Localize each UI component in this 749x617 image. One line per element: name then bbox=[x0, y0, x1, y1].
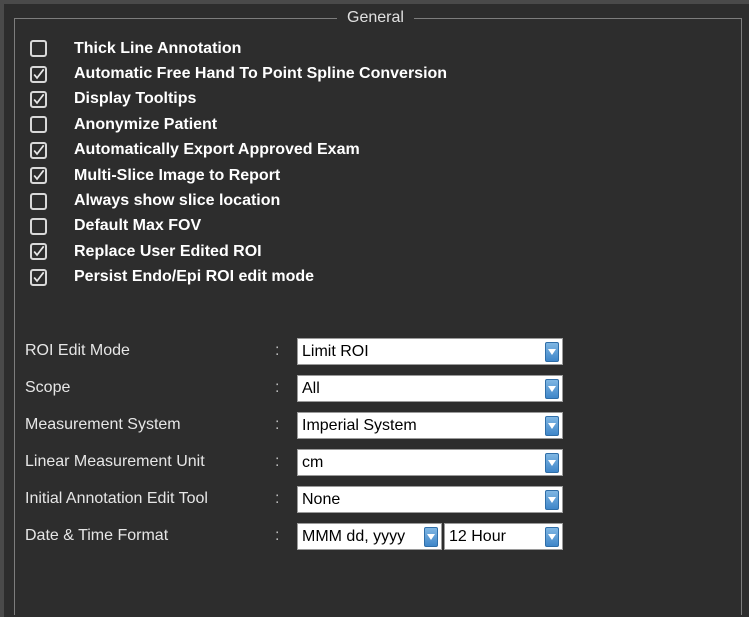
checkbox-row-thick-line-annotation[interactable]: Thick Line Annotation bbox=[30, 36, 447, 61]
checkbox-label: Replace User Edited ROI bbox=[74, 242, 262, 260]
checkbox-label: Thick Line Annotation bbox=[74, 39, 242, 57]
chevron-down-icon[interactable] bbox=[545, 378, 559, 399]
select-value: cm bbox=[302, 453, 324, 471]
checkmark-icon bbox=[33, 144, 45, 156]
checkbox[interactable] bbox=[30, 217, 47, 235]
checkbox-label: Display Tooltips bbox=[74, 90, 197, 108]
select-value: None bbox=[302, 490, 341, 508]
setting-colon: : bbox=[275, 379, 280, 396]
checkbox[interactable] bbox=[30, 40, 47, 58]
checkbox-label: Default Max FOV bbox=[74, 217, 202, 235]
checkbox[interactable] bbox=[30, 90, 47, 108]
checkmark-icon bbox=[33, 169, 45, 181]
checkbox-label: Automatically Export Approved Exam bbox=[74, 141, 360, 159]
checkbox[interactable] bbox=[30, 192, 47, 210]
setting-label: Date & Time Format bbox=[25, 527, 169, 544]
select-value: Imperial System bbox=[302, 416, 417, 434]
checkbox[interactable] bbox=[30, 243, 47, 261]
checkbox[interactable] bbox=[30, 268, 47, 286]
linear-unit-select[interactable]: cm bbox=[297, 449, 563, 476]
checkbox-row-export-approved-exam[interactable]: Automatically Export Approved Exam bbox=[30, 138, 447, 163]
checkmark-icon bbox=[33, 246, 45, 257]
chevron-down-icon[interactable] bbox=[545, 526, 559, 547]
checkbox-label: Always show slice location bbox=[74, 192, 281, 210]
setting-colon: : bbox=[275, 416, 280, 433]
checkbox-label: Anonymize Patient bbox=[74, 115, 218, 133]
checkmark-icon bbox=[33, 93, 45, 105]
checkbox-row-anonymize-patient[interactable]: Anonymize Patient bbox=[30, 112, 447, 137]
checkbox-row-multi-slice-image[interactable]: Multi-Slice Image to Report bbox=[30, 163, 447, 188]
checkbox-label: Automatic Free Hand To Point Spline Conv… bbox=[74, 65, 448, 83]
general-settings-panel: General Thick Line Annotation Automatic … bbox=[0, 0, 749, 617]
checkbox-row-slice-location[interactable]: Always show slice location bbox=[30, 188, 447, 213]
chevron-down-icon[interactable] bbox=[424, 526, 438, 547]
panel-top-edge bbox=[0, 0, 749, 4]
checkbox-row-default-max-fov[interactable]: Default Max FOV bbox=[30, 214, 447, 239]
checkbox-list: Thick Line Annotation Automatic Free Han… bbox=[30, 36, 447, 290]
setting-colon: : bbox=[275, 490, 280, 507]
checkbox[interactable] bbox=[30, 167, 47, 185]
checkmark-icon bbox=[33, 68, 45, 79]
checkbox-row-spline-conversion[interactable]: Automatic Free Hand To Point Spline Conv… bbox=[30, 61, 447, 86]
group-title: General bbox=[337, 8, 414, 28]
setting-colon: : bbox=[275, 342, 280, 359]
select-value: MMM dd, yyyy bbox=[302, 527, 406, 545]
scope-select[interactable]: All bbox=[297, 375, 563, 402]
panel-left-edge bbox=[0, 0, 4, 617]
checkbox-label: Persist Endo/Epi ROI edit mode bbox=[74, 268, 315, 286]
checkbox[interactable] bbox=[30, 116, 47, 134]
annotation-edit-tool-select[interactable]: None bbox=[297, 486, 563, 513]
chevron-down-icon[interactable] bbox=[545, 415, 559, 436]
checkbox[interactable] bbox=[30, 141, 47, 159]
checkbox-row-persist-roi-edit-mode[interactable]: Persist Endo/Epi ROI edit mode bbox=[30, 265, 447, 290]
select-value: 12 Hour bbox=[449, 527, 506, 545]
select-value: All bbox=[302, 379, 320, 397]
measurement-system-select[interactable]: Imperial System bbox=[297, 412, 563, 439]
setting-label: Measurement System bbox=[25, 416, 181, 433]
checkbox[interactable] bbox=[30, 65, 47, 83]
checkmark-icon bbox=[33, 271, 45, 283]
setting-label: Linear Measurement Unit bbox=[25, 453, 205, 470]
select-value: Limit ROI bbox=[302, 342, 369, 360]
checkbox-row-display-tooltips[interactable]: Display Tooltips bbox=[30, 87, 447, 112]
roi-edit-mode-select[interactable]: Limit ROI bbox=[297, 338, 563, 365]
chevron-down-icon[interactable] bbox=[545, 489, 559, 510]
setting-label: ROI Edit Mode bbox=[25, 342, 130, 359]
checkbox-label: Multi-Slice Image to Report bbox=[74, 166, 281, 184]
chevron-down-icon[interactable] bbox=[545, 452, 559, 473]
time-format-select[interactable]: 12 Hour bbox=[444, 523, 563, 550]
chevron-down-icon[interactable] bbox=[545, 341, 559, 362]
setting-colon: : bbox=[275, 453, 280, 470]
setting-colon: : bbox=[275, 527, 280, 544]
setting-label: Scope bbox=[25, 379, 71, 396]
checkbox-row-replace-edited-roi[interactable]: Replace User Edited ROI bbox=[30, 239, 447, 264]
date-format-select[interactable]: MMM dd, yyyy bbox=[297, 523, 442, 550]
setting-label: Initial Annotation Edit Tool bbox=[25, 490, 208, 507]
